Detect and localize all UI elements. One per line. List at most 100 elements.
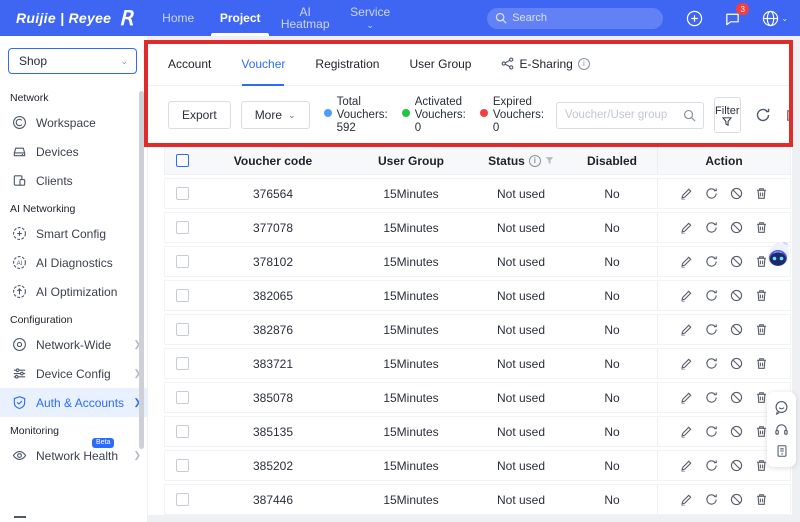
disable-icon[interactable]	[730, 391, 744, 405]
delete-icon[interactable]	[755, 357, 769, 371]
row-checkbox[interactable]	[175, 459, 189, 472]
disable-icon[interactable]	[730, 357, 744, 371]
disable-icon[interactable]	[730, 425, 744, 439]
sidebar-item-network-health[interactable]: Beta Network Health ❯	[0, 438, 147, 470]
more-button[interactable]: More ⌄	[240, 101, 310, 129]
delete-icon[interactable]	[755, 323, 769, 337]
disable-icon[interactable]	[730, 323, 744, 337]
disable-icon[interactable]	[730, 221, 744, 235]
tab-user-group[interactable]: User Group	[409, 42, 471, 86]
edit-icon[interactable]	[680, 391, 694, 405]
disable-icon[interactable]	[730, 459, 744, 473]
ai-assistant-mascot[interactable]	[762, 239, 796, 272]
table-row: 382876 15Minutes Not used No	[164, 314, 791, 345]
sidebar-scrollbar[interactable]	[139, 91, 144, 449]
global-search[interactable]	[487, 7, 664, 29]
sidebar-item-auth-accounts[interactable]: Auth & Accounts ❯	[0, 388, 147, 417]
messages-icon[interactable]: 3	[723, 3, 750, 27]
user-group-cell: 15Minutes	[383, 390, 439, 405]
add-circle-icon[interactable]	[685, 9, 703, 27]
edit-icon[interactable]	[680, 357, 694, 371]
renew-icon[interactable]	[705, 425, 719, 439]
renew-icon[interactable]	[705, 255, 719, 269]
delete-icon[interactable]	[755, 289, 769, 303]
select-all-checkbox[interactable]	[175, 154, 189, 167]
voucher-toolbar: Export More ⌄ Total Vouchers: 592 Activat…	[148, 86, 792, 144]
edit-icon[interactable]	[680, 255, 694, 269]
renew-icon[interactable]	[705, 391, 719, 405]
project-selector[interactable]: Shop ⌄	[8, 48, 137, 74]
network-wide-icon	[12, 337, 27, 352]
sidebar-item-ai-optimization[interactable]: AI Optimization	[0, 277, 147, 306]
row-checkbox[interactable]	[175, 289, 189, 302]
renew-icon[interactable]	[705, 357, 719, 371]
delete-icon[interactable]	[755, 187, 769, 201]
row-checkbox[interactable]	[175, 221, 189, 234]
table-row: 385135 15Minutes Not used No	[164, 416, 791, 447]
nav-item-project[interactable]: Project	[209, 0, 271, 36]
reyee-r-icon: ꓣ	[119, 7, 134, 30]
chevron-down-icon: ⌄	[288, 109, 296, 120]
sidebar-item-ai-diagnostics[interactable]: AI AI Diagnostics	[0, 248, 147, 277]
sidebar-item-workspace[interactable]: Workspace	[0, 108, 147, 137]
nav-item-service[interactable]: Service ⌄	[339, 0, 401, 36]
export-table-icon[interactable]	[785, 107, 792, 124]
row-checkbox[interactable]	[175, 493, 189, 506]
voucher-code-cell: 382065	[252, 288, 294, 303]
delete-icon[interactable]	[755, 221, 769, 235]
row-checkbox[interactable]	[175, 255, 189, 268]
renew-icon[interactable]	[705, 289, 719, 303]
edit-icon[interactable]	[680, 459, 694, 473]
disable-icon[interactable]	[730, 187, 744, 201]
tab-account[interactable]: Account	[168, 42, 211, 86]
disable-icon[interactable]	[730, 493, 744, 507]
info-icon[interactable]: i	[577, 57, 590, 70]
global-search-input[interactable]	[512, 12, 633, 24]
disable-icon[interactable]	[730, 289, 744, 303]
sidebar-collapse-icon[interactable]	[14, 516, 26, 518]
edit-icon[interactable]	[680, 289, 694, 303]
edit-icon[interactable]	[680, 323, 694, 337]
filter-button[interactable]: Filter	[714, 97, 741, 133]
edit-icon[interactable]	[680, 221, 694, 235]
row-checkbox[interactable]	[175, 425, 189, 438]
row-checkbox[interactable]	[175, 357, 189, 370]
svg-text:AI: AI	[17, 260, 23, 267]
renew-icon[interactable]	[705, 459, 719, 473]
refresh-icon[interactable]	[755, 107, 771, 124]
renew-icon[interactable]	[705, 493, 719, 507]
voucher-search-input[interactable]	[557, 109, 676, 121]
renew-icon[interactable]	[705, 221, 719, 235]
tab-registration[interactable]: Registration	[315, 42, 379, 86]
language-globe-icon[interactable]: ⌄	[761, 9, 789, 27]
edit-icon[interactable]	[680, 493, 694, 507]
edit-icon[interactable]	[680, 187, 694, 201]
row-checkbox[interactable]	[175, 323, 189, 336]
filter-funnel-icon[interactable]	[545, 156, 554, 165]
delete-icon[interactable]	[755, 493, 769, 507]
edit-icon[interactable]	[680, 425, 694, 439]
sidebar-item-clients[interactable]: Clients	[0, 166, 147, 195]
sidebar-item-network-wide[interactable]: Network-Wide ❯	[0, 330, 147, 359]
info-icon[interactable]: i	[528, 154, 541, 167]
search-icon[interactable]	[675, 103, 703, 128]
sidebar-item-smart-config[interactable]: Smart Config	[0, 219, 147, 248]
sidebar-item-device-config[interactable]: Device Config ❯	[0, 359, 147, 388]
chevron-down-icon: ⌄	[781, 13, 789, 23]
tab-e-sharing[interactable]: E-Sharing i	[501, 42, 590, 86]
disabled-cell: No	[604, 424, 620, 439]
renew-icon[interactable]	[705, 323, 719, 337]
nav-item-ai-heatmap[interactable]: AI Heatmap	[271, 0, 339, 36]
row-checkbox[interactable]	[175, 391, 189, 404]
feedback-chat-icon[interactable]	[774, 400, 790, 416]
export-button[interactable]: Export	[168, 101, 231, 129]
row-checkbox[interactable]	[175, 187, 189, 200]
support-headset-icon[interactable]	[774, 421, 790, 437]
renew-icon[interactable]	[705, 187, 719, 201]
tab-voucher[interactable]: Voucher	[241, 42, 285, 86]
brand-logo[interactable]: Ruijie | Reyee ꓣ	[0, 6, 147, 31]
nav-item-home[interactable]: Home	[147, 0, 209, 36]
sidebar-item-devices[interactable]: Devices	[0, 137, 147, 166]
disable-icon[interactable]	[730, 255, 744, 269]
survey-doc-icon[interactable]	[774, 443, 790, 459]
